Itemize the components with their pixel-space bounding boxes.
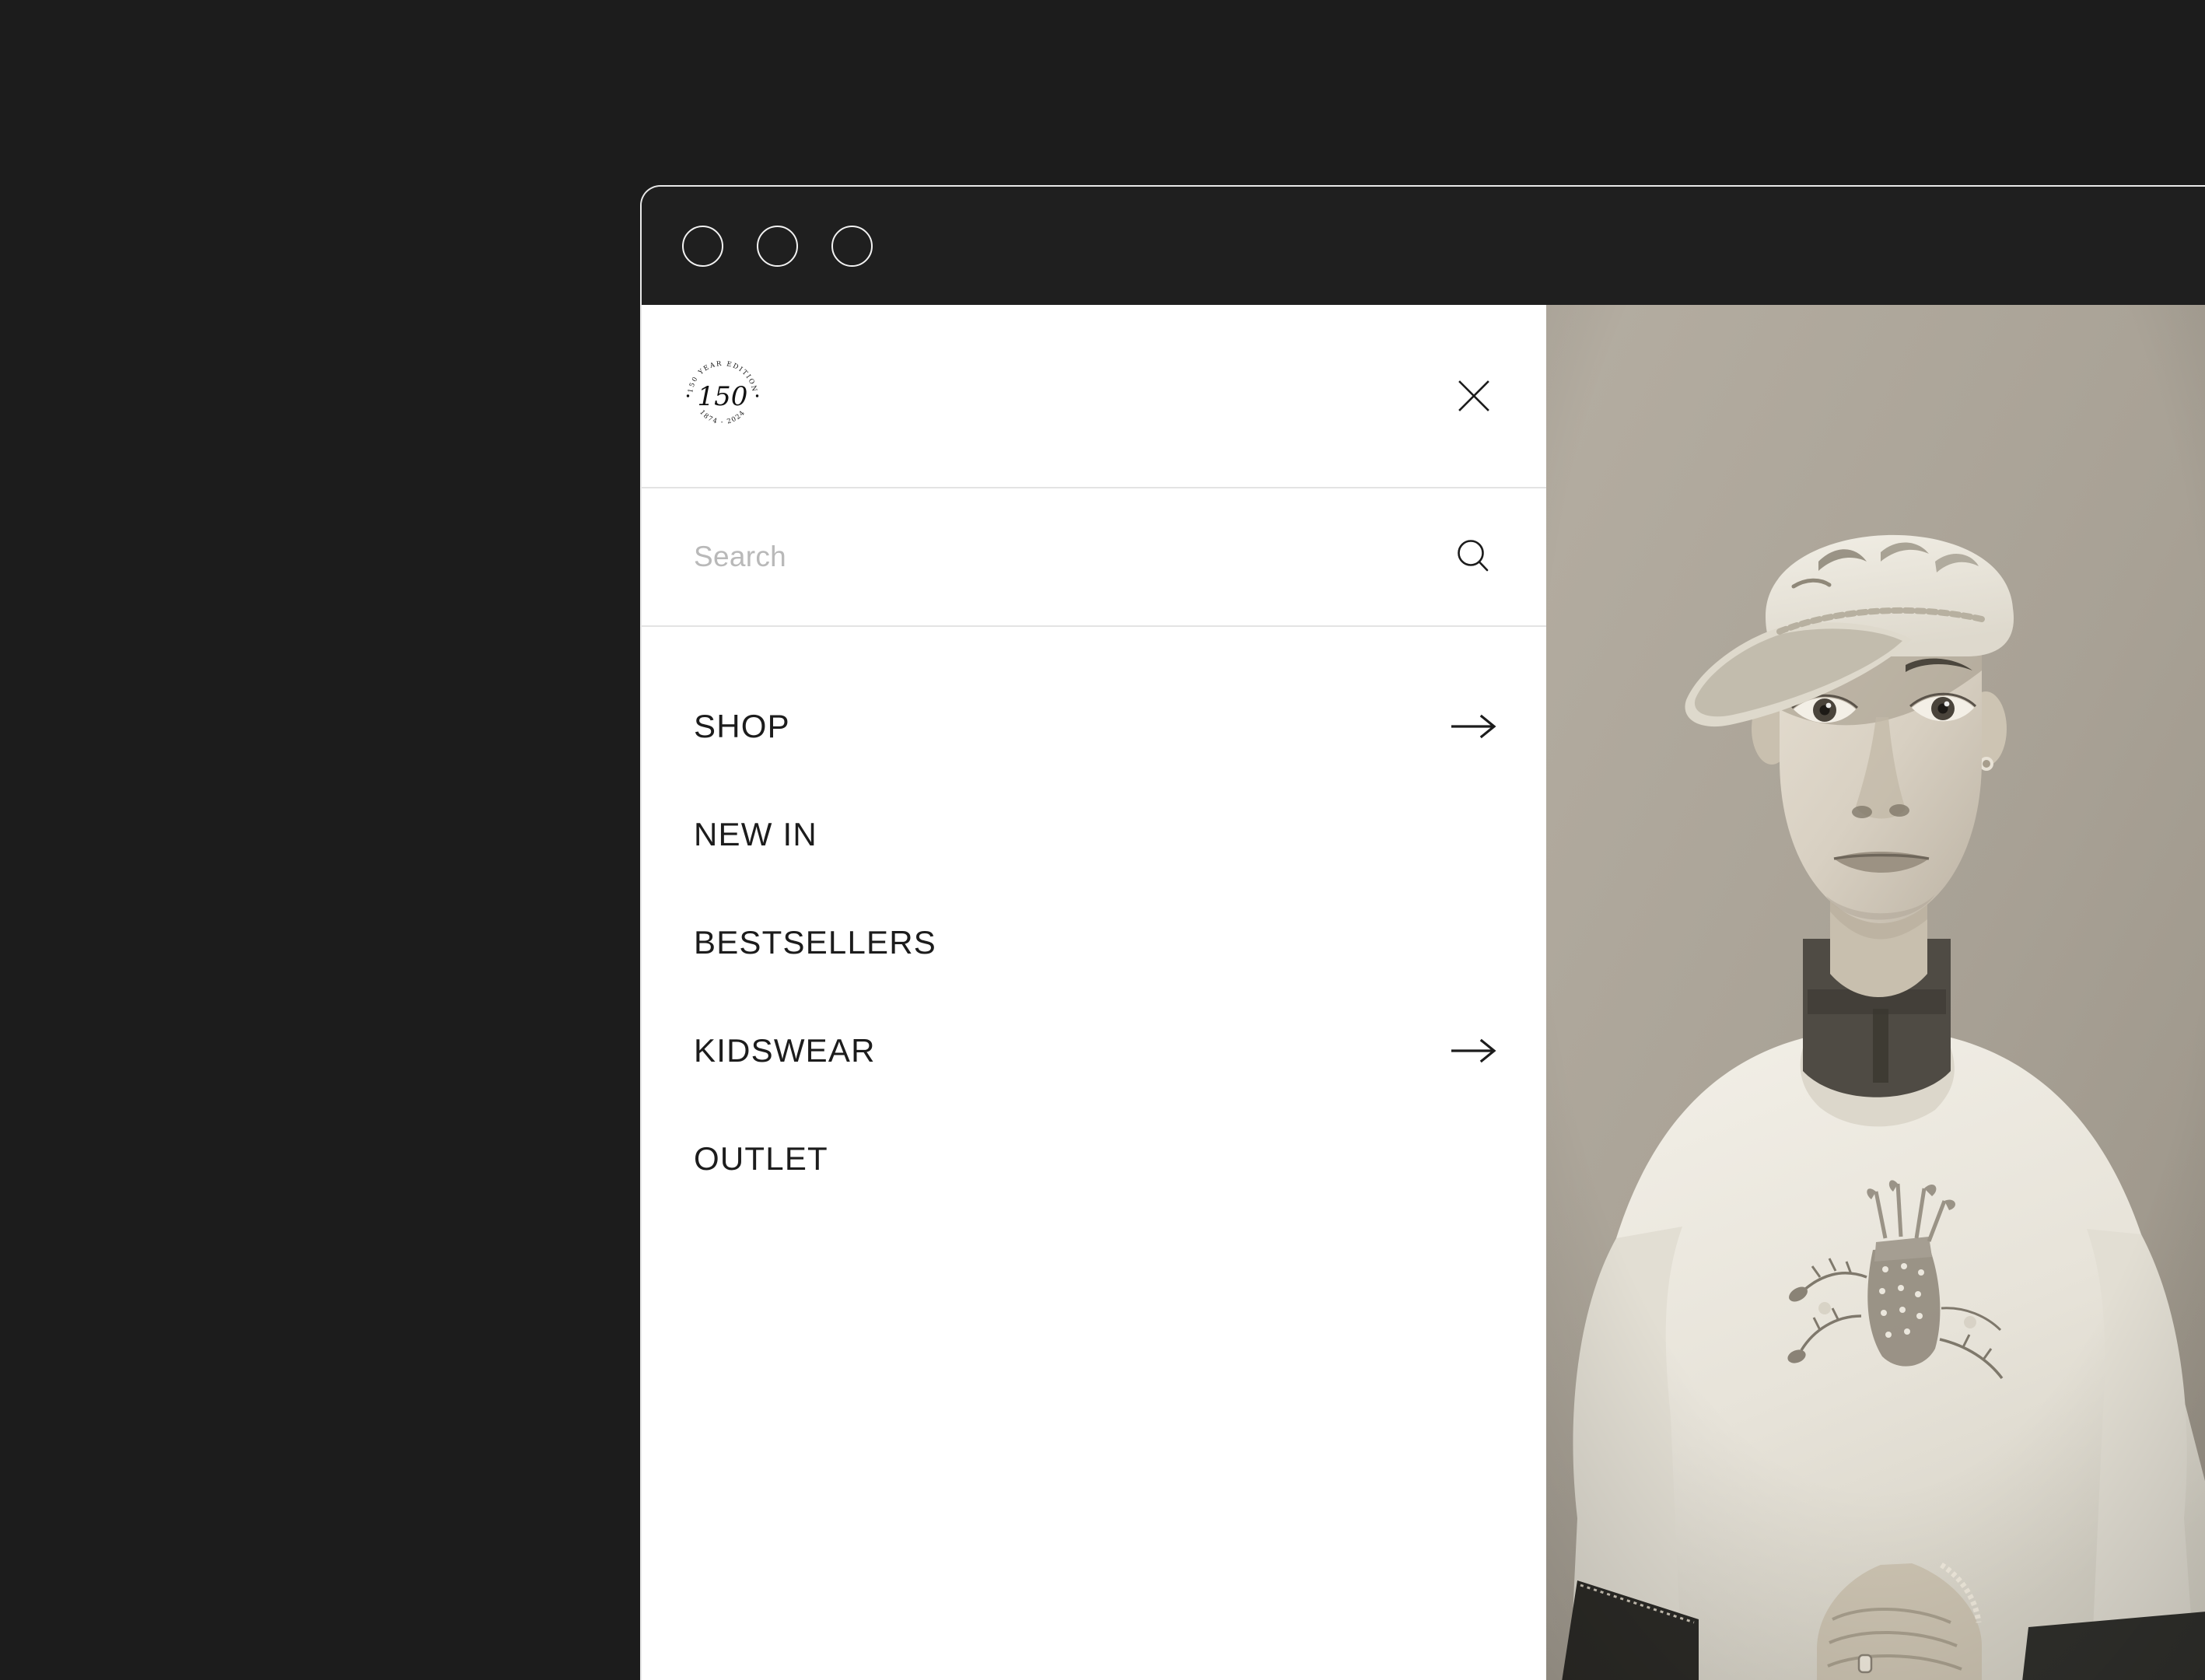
arrow-right-icon	[1451, 1038, 1496, 1062]
arrow-right-icon	[1451, 714, 1496, 738]
nav-item-label: BESTSELLERS	[694, 923, 936, 961]
browser-window: 150 YEAR EDITION 1874 - 2024 150 Search …	[640, 185, 2205, 1680]
anniversary-badge-icon[interactable]: 150 YEAR EDITION 1874 - 2024 150	[682, 355, 763, 436]
search-input[interactable]	[694, 541, 1447, 573]
close-menu-button[interactable]	[1447, 369, 1501, 423]
nav-item-kidswear[interactable]: KIDSWEAR	[642, 996, 1546, 1104]
svg-text:150: 150	[698, 381, 748, 412]
browser-title-bar	[642, 187, 2205, 305]
nav-item-label: SHOP	[694, 707, 790, 744]
window-close-button[interactable]	[682, 225, 723, 267]
nav-item-shop[interactable]: SHOP	[642, 672, 1546, 780]
navigation-menu-panel: 150 YEAR EDITION 1874 - 2024 150 Search …	[642, 305, 1546, 1680]
nav-item-new-in[interactable]: NEW IN	[642, 780, 1546, 888]
nav-item-label: KIDSWEAR	[694, 1031, 876, 1069]
hero-campaign-image	[1546, 305, 2205, 1680]
search-bar	[642, 487, 1546, 627]
search-submit-button[interactable]	[1447, 530, 1501, 584]
nav-item-label: NEW IN	[694, 815, 817, 852]
browser-viewport: 150 YEAR EDITION 1874 - 2024 150 Search …	[642, 305, 2205, 1680]
close-icon	[1458, 380, 1489, 411]
search-icon	[1458, 540, 1489, 572]
nav-item-outlet[interactable]: OUTLET	[642, 1104, 1546, 1213]
window-maximize-button[interactable]	[831, 225, 873, 267]
nav-item-bestsellers[interactable]: BESTSELLERS	[642, 888, 1546, 996]
menu-header: 150 YEAR EDITION 1874 - 2024 150	[642, 305, 1546, 487]
primary-navigation: SHOP NEW IN BESTSELLERS KIDSWEAR OUTLET	[642, 627, 1546, 1213]
nav-item-label: OUTLET	[694, 1139, 828, 1177]
window-minimize-button[interactable]	[757, 225, 798, 267]
